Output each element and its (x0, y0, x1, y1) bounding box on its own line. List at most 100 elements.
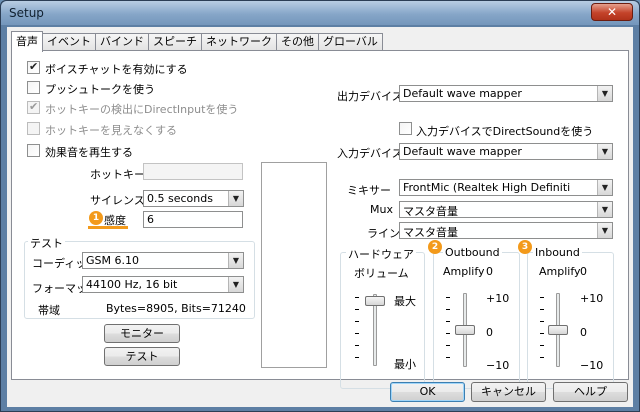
hotkey-invisible-checkbox (27, 122, 40, 135)
mixer-select-value: FrontMic (Realtek High Definiti (403, 181, 571, 194)
output-device-select-value: Default wave mapper (403, 87, 522, 100)
chevron-down-icon[interactable]: ▼ (597, 202, 612, 217)
mux-select[interactable]: マスタ音量 ▼ (399, 201, 613, 218)
inbound-amplify-value: 0 (580, 265, 587, 278)
bandwidth-value: Bytes=8905, Bits=71240 (106, 302, 246, 315)
enable-voice-chat-checkbox[interactable] (27, 60, 40, 74)
outbound-amplify-value: 0 (486, 265, 493, 278)
outbound-amplify-label: Amplify (443, 265, 485, 278)
enable-voice-chat-label: ボイスチャットを有効にする (45, 63, 188, 76)
mixer-label: ミキサー (347, 184, 391, 197)
tab-voice[interactable]: 音声 (11, 31, 43, 52)
chevron-down-icon[interactable]: ▼ (228, 277, 243, 292)
chevron-down-icon[interactable]: ▼ (597, 86, 612, 101)
annotation-badge-2: 2 (428, 240, 442, 254)
help-button[interactable]: ヘルプ (553, 382, 628, 402)
silence-label: サイレンス (90, 194, 145, 207)
outbound-scale-min: −10 (486, 359, 510, 372)
close-icon[interactable]: ✕ (591, 3, 633, 21)
tick (446, 345, 450, 346)
chevron-down-icon[interactable]: ▼ (228, 253, 243, 268)
inbound-slider-thumb[interactable] (548, 325, 568, 335)
monitor-button[interactable]: モニター (104, 324, 180, 343)
hotkey-field (143, 163, 243, 180)
mixer-select[interactable]: FrontMic (Realtek High Definiti ▼ (399, 179, 613, 196)
hardware-group-title: ハードウェア (346, 246, 416, 262)
hotkey-directinput-checkbox (27, 100, 40, 114)
tab-event[interactable]: イベント (42, 33, 96, 51)
test-button[interactable]: テスト (104, 347, 180, 366)
tick (355, 345, 359, 346)
test-group-title: テスト (28, 235, 65, 251)
tick (540, 357, 544, 358)
tick (446, 357, 450, 358)
input-device-select[interactable]: Default wave mapper ▼ (399, 143, 613, 160)
silence-select-value: 0.5 seconds (147, 192, 213, 205)
play-effects-checkbox[interactable] (27, 144, 40, 157)
outbound-slider-thumb[interactable] (455, 325, 475, 335)
format-select[interactable]: 44100 Hz, 16 bit ▼ (82, 276, 244, 293)
tab-speech[interactable]: スピーチ (148, 33, 202, 51)
output-device-select[interactable]: Default wave mapper ▼ (399, 85, 613, 102)
inbound-amplify-label: Amplify (539, 265, 581, 278)
annotation-badge-1: 1 (89, 211, 103, 225)
tab-global[interactable]: グローバル (318, 33, 383, 51)
annotation-underline (88, 226, 128, 229)
chevron-down-icon[interactable]: ▼ (228, 191, 243, 206)
hotkey-label: ホットキー (90, 168, 145, 181)
line-select-value: マスタ音量 (403, 226, 458, 239)
dialog-client: 音声 イベント バインド スピーチ ネットワーク その他 グローバル ボイスチャ… (7, 27, 633, 407)
hotkey-directinput-label: ホットキーの検出にDirectInputを使う (45, 103, 239, 116)
sensitivity-field[interactable]: 6 (143, 211, 243, 228)
annotation-badge-3: 3 (518, 240, 532, 254)
outbound-scale-max: +10 (486, 292, 510, 305)
chevron-down-icon[interactable]: ▼ (597, 180, 612, 195)
tab-bind[interactable]: バインド (95, 33, 149, 51)
push-to-talk-label: プッシュトークを使う (45, 83, 155, 96)
volume-slider-thumb[interactable] (365, 296, 385, 307)
chevron-down-icon[interactable]: ▼ (597, 223, 612, 238)
silence-select[interactable]: 0.5 seconds ▼ (143, 190, 244, 207)
tick (355, 333, 359, 334)
tick (446, 321, 450, 322)
bandwidth-label: 帯域 (38, 304, 60, 317)
tick (540, 321, 544, 322)
setup-window: Setup ✕ 音声 イベント バインド スピーチ ネットワーク その他 グロー… (0, 0, 640, 412)
title-bar[interactable]: Setup ✕ (1, 1, 639, 25)
chevron-down-icon[interactable]: ▼ (597, 144, 612, 159)
outbound-group-title: Outbound (443, 246, 502, 259)
input-device-label: 入力デバイス (337, 147, 403, 160)
tick (355, 309, 359, 310)
volume-min-label: 最小 (394, 358, 416, 371)
window-title: Setup (9, 6, 44, 20)
codec-select[interactable]: GSM 6.10 ▼ (82, 252, 244, 269)
tick (355, 321, 359, 322)
tick (446, 333, 450, 334)
format-select-value: 44100 Hz, 16 bit (86, 278, 178, 291)
tick (355, 297, 359, 298)
volume-max-label: 最大 (394, 295, 416, 308)
output-device-label: 出力デバイス (337, 90, 403, 103)
inbound-scale-mid: 0 (580, 326, 587, 339)
tick (446, 309, 450, 310)
line-label: ライン (367, 227, 400, 240)
inbound-group-title: Inbound (533, 246, 582, 259)
tab-other[interactable]: その他 (276, 33, 319, 51)
tick (446, 297, 450, 298)
use-directsound-checkbox[interactable] (399, 122, 412, 135)
hotkey-invisible-label: ホットキーを見えなくする (45, 124, 177, 137)
cancel-button[interactable]: キャンセル (471, 382, 546, 402)
level-meter-box (261, 162, 327, 368)
line-select[interactable]: マスタ音量 ▼ (399, 222, 613, 239)
tab-network[interactable]: ネットワーク (201, 33, 277, 51)
input-device-select-value: Default wave mapper (403, 145, 522, 158)
tick (355, 357, 359, 358)
tick (540, 297, 544, 298)
ok-button[interactable]: OK (390, 382, 465, 402)
codec-select-value: GSM 6.10 (86, 254, 139, 267)
volume-label: ボリューム (354, 267, 409, 280)
mux-label: Mux (370, 203, 393, 216)
outbound-scale-mid: 0 (486, 326, 493, 339)
push-to-talk-checkbox[interactable] (27, 81, 40, 94)
tick (540, 309, 544, 310)
